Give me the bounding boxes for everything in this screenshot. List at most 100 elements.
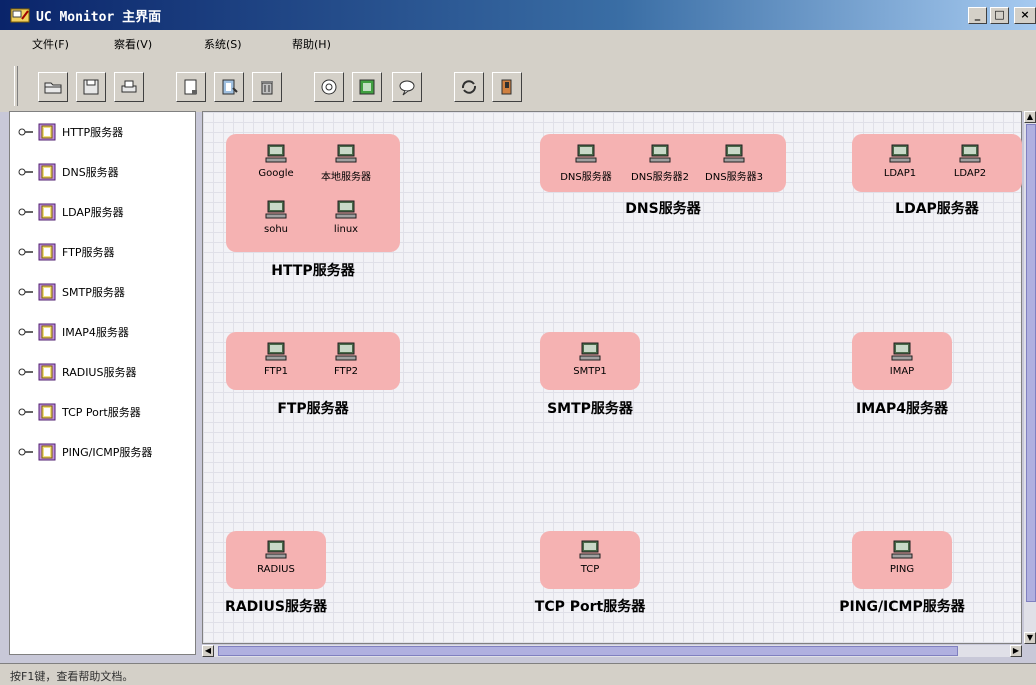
server-label: PING: [889, 564, 915, 575]
toolbar-grip[interactable]: [14, 66, 18, 106]
tree-item[interactable]: TCP Port服务器: [18, 400, 141, 424]
minimize-button[interactable]: _: [968, 7, 987, 24]
info-icon: [321, 79, 337, 95]
tree-item[interactable]: FTP服务器: [18, 240, 115, 264]
save-icon: [83, 79, 99, 95]
close-button[interactable]: ×: [1014, 7, 1036, 24]
tree-handle-icon[interactable]: [18, 407, 34, 417]
computer-icon: [265, 200, 287, 219]
server-node[interactable]: PING: [872, 540, 932, 590]
computer-icon: [891, 342, 913, 361]
tree-item[interactable]: RADIUS服务器: [18, 360, 136, 384]
server-node[interactable]: TCP: [560, 540, 620, 590]
server-node[interactable]: 本地服务器: [316, 144, 376, 194]
server-node[interactable]: SMTP1: [560, 342, 620, 392]
tree-item-label: IMAP4服务器: [62, 326, 129, 339]
computer-icon: [891, 540, 913, 559]
menu-bar: [0, 30, 1036, 56]
server-node[interactable]: sohu: [246, 200, 306, 250]
server-node[interactable]: Google: [246, 144, 306, 194]
server-node[interactable]: LDAP2: [940, 144, 1000, 194]
group-title-smtp: SMTP服务器: [547, 401, 633, 417]
print-button[interactable]: [114, 72, 144, 102]
server-group-icon: [38, 243, 56, 261]
group-title-dns: DNS服务器: [625, 201, 701, 217]
help-icon: [359, 79, 375, 95]
tree-item[interactable]: LDAP服务器: [18, 200, 124, 224]
server-node[interactable]: DNS服务器3: [704, 144, 764, 194]
server-node[interactable]: DNS服务器: [556, 144, 616, 194]
menu-system[interactable]: 系统(S): [204, 36, 242, 52]
server-group-icon: [38, 283, 56, 301]
scroll-down-arrow[interactable]: ▼: [1024, 632, 1036, 644]
server-label: SMTP1: [573, 366, 607, 377]
server-label: 本地服务器: [321, 172, 371, 183]
computer-icon: [265, 342, 287, 361]
computer-icon: [959, 144, 981, 163]
server-label: TCP: [580, 564, 600, 575]
horizontal-scroll-thumb[interactable]: [218, 646, 958, 656]
tree-item-label: PING/ICMP服务器: [62, 446, 153, 459]
tree-item[interactable]: SMTP服务器: [18, 280, 125, 304]
server-node[interactable]: FTP2: [316, 342, 376, 392]
server-label: linux: [333, 224, 359, 235]
tree-handle-icon[interactable]: [18, 247, 34, 257]
save-button[interactable]: [76, 72, 106, 102]
server-group-icon: [38, 163, 56, 181]
server-node[interactable]: linux: [316, 200, 376, 250]
exit-button[interactable]: [492, 72, 522, 102]
tree-item-label: FTP服务器: [62, 246, 115, 259]
scroll-right-arrow[interactable]: ▶: [1010, 645, 1022, 657]
refresh-button[interactable]: [454, 72, 484, 102]
computer-icon: [335, 200, 357, 219]
tree-handle-icon[interactable]: [18, 127, 34, 137]
server-node[interactable]: DNS服务器2: [630, 144, 690, 194]
tree-item[interactable]: IMAP4服务器: [18, 320, 129, 344]
computer-icon: [889, 144, 911, 163]
maximize-button[interactable]: □: [990, 7, 1009, 24]
delete-icon: [261, 81, 273, 95]
tree-item-label: RADIUS服务器: [62, 366, 137, 379]
server-label: DNS服务器3: [705, 172, 763, 183]
scroll-left-arrow[interactable]: ◀: [202, 645, 214, 657]
vertical-scroll-thumb[interactable]: [1026, 124, 1036, 602]
server-node[interactable]: LDAP1: [870, 144, 930, 194]
computer-icon: [579, 540, 601, 559]
computer-icon: [575, 144, 597, 163]
status-text: 按F1键，查看帮助文档。: [10, 670, 134, 683]
exit-icon: [501, 79, 512, 95]
server-label: RADIUS: [257, 564, 295, 575]
edit-document-button[interactable]: [214, 72, 244, 102]
info-button[interactable]: [314, 72, 344, 102]
menu-help[interactable]: 帮助(H): [292, 36, 331, 52]
server-node[interactable]: FTP1: [246, 342, 306, 392]
server-node[interactable]: RADIUS: [246, 540, 306, 590]
tree-item[interactable]: DNS服务器: [18, 160, 119, 184]
tree-handle-icon[interactable]: [18, 327, 34, 337]
menu-view[interactable]: 察看(V): [114, 36, 152, 52]
scroll-up-arrow[interactable]: ▲: [1024, 111, 1036, 123]
server-label: FTP1: [263, 366, 289, 377]
server-node[interactable]: IMAP: [872, 342, 932, 392]
tree-handle-icon[interactable]: [18, 207, 34, 217]
help-button[interactable]: [352, 72, 382, 102]
tree-handle-icon[interactable]: [18, 287, 34, 297]
server-group-icon: [38, 443, 56, 461]
delete-button[interactable]: [252, 72, 282, 102]
tree-handle-icon[interactable]: [18, 367, 34, 377]
tree-item-label: HTTP服务器: [62, 126, 124, 139]
group-title-ldap: LDAP服务器: [895, 201, 979, 217]
tree-item[interactable]: PING/ICMP服务器: [18, 440, 152, 464]
new-document-icon: [184, 79, 197, 95]
computer-icon: [579, 342, 601, 361]
open-button[interactable]: [38, 72, 68, 102]
computer-icon: [649, 144, 671, 163]
tree-item[interactable]: HTTP服务器: [18, 120, 123, 144]
tree-handle-icon[interactable]: [18, 447, 34, 457]
tree-handle-icon[interactable]: [18, 167, 34, 177]
server-label: sohu: [263, 224, 288, 235]
print-icon: [121, 80, 137, 93]
new-document-button[interactable]: [176, 72, 206, 102]
chat-button[interactable]: [392, 72, 422, 102]
menu-file[interactable]: 文件(F): [32, 36, 69, 52]
